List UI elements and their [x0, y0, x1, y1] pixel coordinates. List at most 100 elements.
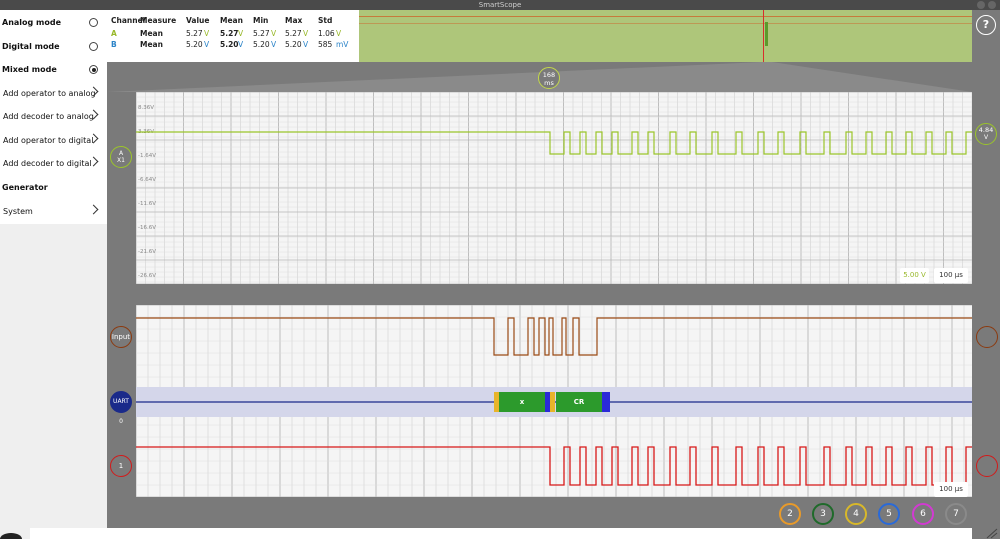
corner-indicator [0, 533, 22, 539]
channel-4-button[interactable]: 4 [845, 503, 867, 525]
row-a-max: 5.27 [285, 29, 302, 38]
status-bar [30, 528, 972, 539]
row-a-value-unit: V [204, 29, 210, 38]
sidebar-item-1[interactable]: Digital mode [0, 36, 107, 58]
channel-5-button[interactable]: 5 [878, 503, 900, 525]
row-b-channel: B [111, 40, 117, 49]
channel-a-label: A [118, 150, 124, 157]
row-b-max: 5.20 [285, 40, 302, 49]
help-button[interactable]: ? [976, 15, 996, 35]
channel-6-button[interactable]: 6 [912, 503, 934, 525]
row-a-mean-unit: V [238, 29, 244, 38]
row-b-min: 5.20 [253, 40, 270, 49]
minimize-button[interactable] [977, 1, 985, 9]
sidebar-item-5[interactable]: Add operator to digital [0, 130, 107, 152]
channel-1-trace [136, 446, 972, 486]
header-mean: Mean [220, 16, 243, 25]
window-title: SmartScope [478, 1, 522, 9]
row-b-std-unit: mV [336, 40, 349, 49]
channel-a-probe: X1 [117, 157, 125, 164]
channel-1-label: 1 [118, 462, 124, 470]
sidebar-item-6[interactable]: Add decoder to digital [0, 153, 107, 175]
time-offset-unit: ms [544, 79, 554, 87]
row-a-std: 1.06 [318, 29, 335, 38]
row-b-std: 585 [318, 40, 333, 49]
row-b-min-unit: V [271, 40, 277, 49]
channel-input-marker[interactable]: Input [110, 326, 132, 348]
time-offset-marker[interactable]: 168 ms [538, 67, 560, 89]
channel-input-label: Input [111, 333, 131, 341]
channel-2-button[interactable]: 2 [779, 503, 801, 525]
row-b-value: 5.20 [186, 40, 203, 49]
sidebar-item-label: Digital mode [2, 42, 60, 51]
trigger-level-unit: V [983, 134, 989, 141]
input-trace [136, 317, 972, 356]
analog-panel[interactable]: 8.36V 3.36V -1.64V -6.64V -11.6V -16.6V -21.6V… [136, 92, 972, 284]
sidebar-item-0[interactable]: Analog mode [0, 12, 107, 34]
sidebar-item-2[interactable]: Mixed mode [0, 59, 107, 81]
row-b-value-unit: V [204, 40, 210, 49]
title-bar: SmartScope [0, 0, 1000, 10]
channel-a-offset-marker[interactable]: A X1 [110, 146, 132, 168]
radio-icon[interactable] [89, 42, 98, 51]
channel-1-marker[interactable]: 1 [110, 455, 132, 477]
uart-frame-segment [602, 392, 610, 412]
row-a-max-unit: V [303, 29, 309, 38]
header-min: Min [253, 16, 269, 25]
header-std: Std [318, 16, 333, 25]
sidebar-item-label: Add operator to analog [3, 89, 96, 98]
measurement-table: Channel Measure Value Mean Min Max Std A… [107, 10, 359, 62]
overview-trace [359, 16, 972, 17]
uart-frame-cr: CR [573, 398, 585, 406]
row-a-min: 5.27 [253, 29, 270, 38]
sidebar-item-label: Analog mode [2, 18, 62, 27]
sidebar-item-8[interactable]: System [0, 201, 107, 223]
overview-view-window[interactable] [765, 22, 768, 46]
sidebar-item-3[interactable]: Add operator to analog [0, 83, 107, 105]
radio-icon[interactable] [89, 65, 98, 74]
time-per-div-analog[interactable]: 100 µs [934, 268, 968, 283]
row-b-measure: Mean [140, 40, 163, 49]
header-max: Max [285, 16, 303, 25]
channel-input-right-marker[interactable] [976, 326, 998, 348]
digital-traces [136, 317, 972, 486]
row-a-std-unit: V [336, 29, 342, 38]
sidebar-item-7: Generator [0, 177, 107, 199]
time-offset-value: 168 [542, 71, 556, 79]
sidebar-item-label: System [3, 207, 33, 216]
sidebar-item-label: Add operator to digital [3, 136, 94, 145]
header-measure: Measure [140, 16, 177, 25]
volts-per-div[interactable]: 5.00 V [900, 268, 929, 283]
analog-trace [136, 131, 972, 155]
close-button[interactable] [988, 1, 996, 9]
window-controls [974, 1, 996, 11]
sidebar-item-label: Mixed mode [2, 65, 57, 74]
row-b-max-unit: V [303, 40, 309, 49]
channel-7-button[interactable]: 7 [945, 503, 967, 525]
uart-frame-x: x [519, 398, 525, 406]
overview-trace-secondary [359, 23, 972, 24]
digital-panel[interactable]: x CR [136, 305, 972, 497]
radio-icon[interactable] [89, 18, 98, 27]
overview-strip[interactable] [359, 10, 972, 62]
overview-cursor[interactable] [763, 10, 764, 62]
sidebar-item-label: Add decoder to digital [3, 159, 92, 168]
row-b-mean: 5.20 [220, 40, 239, 49]
resize-grip-icon[interactable] [985, 528, 999, 539]
sidebar-item-label: Add decoder to analog [3, 112, 94, 121]
uart-frame-segment [550, 392, 555, 412]
sidebar-item-4[interactable]: Add decoder to analog [0, 106, 107, 128]
trigger-level-marker[interactable]: 4.84 V [975, 123, 997, 145]
time-per-div-digital[interactable]: 100 µs [934, 482, 968, 497]
chevron-right-icon [88, 204, 99, 215]
channel-uart-marker[interactable]: UART 0 [110, 391, 132, 425]
row-a-mean: 5.27 [220, 29, 239, 38]
header-value: Value [186, 16, 210, 25]
row-a-value: 5.27 [186, 29, 203, 38]
channel-3-button[interactable]: 3 [812, 503, 834, 525]
channel-uart-label: UART 0 [113, 398, 129, 425]
row-a-min-unit: V [271, 29, 277, 38]
sidebar-item-label: Generator [2, 183, 48, 192]
channel-1-right-marker[interactable] [976, 455, 998, 477]
row-a-channel: A [111, 29, 117, 38]
